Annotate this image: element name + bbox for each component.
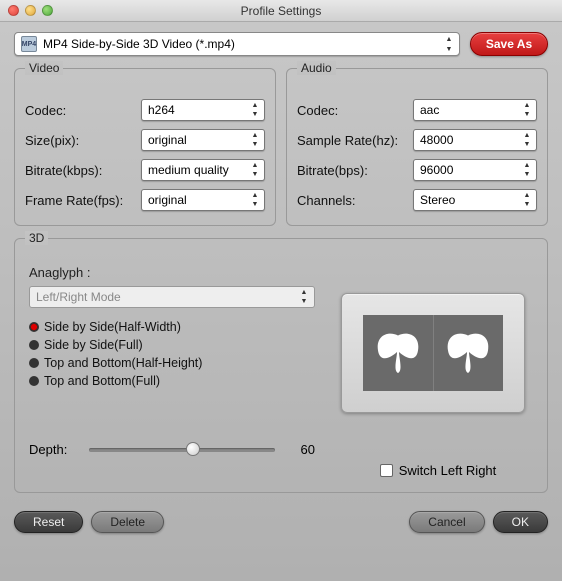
video-codec-label: Codec: — [25, 103, 141, 118]
stepper-icon[interactable] — [519, 101, 535, 119]
stepper-icon[interactable] — [519, 191, 535, 209]
stepper-icon[interactable] — [247, 131, 263, 149]
reset-button[interactable]: Reset — [14, 511, 83, 533]
cancel-button[interactable]: Cancel — [409, 511, 484, 533]
depth-value: 60 — [285, 442, 315, 457]
audio-bitrate-select[interactable]: 96000 — [413, 159, 537, 181]
video-bitrate-label: Bitrate(kbps): — [25, 163, 141, 178]
slider-track — [89, 448, 275, 452]
traffic-lights — [8, 5, 53, 16]
radio-icon — [29, 340, 39, 350]
stepper-icon[interactable] — [519, 161, 535, 179]
butterfly-preview-icon — [363, 315, 503, 391]
minimize-icon[interactable] — [25, 5, 36, 16]
window-title: Profile Settings — [0, 4, 562, 18]
audio-group-title: Audio — [297, 61, 336, 75]
stepper-icon[interactable] — [247, 161, 263, 179]
delete-button[interactable]: Delete — [91, 511, 164, 533]
stepper-icon[interactable] — [247, 191, 263, 209]
butterfly-icon — [443, 328, 493, 378]
switch-lr-label: Switch Left Right — [399, 463, 497, 478]
video-group-title: Video — [25, 61, 63, 75]
stepper-icon[interactable] — [296, 288, 312, 306]
video-framerate-label: Frame Rate(fps): — [25, 193, 141, 208]
audio-samplerate-select[interactable]: 48000 — [413, 129, 537, 151]
3d-group-title: 3D — [25, 231, 48, 245]
mp4-file-icon: MP4 — [21, 36, 37, 52]
profile-select[interactable]: MP4 MP4 Side-by-Side 3D Video (*.mp4) — [14, 32, 460, 56]
radio-icon — [29, 376, 39, 386]
radio-tab-full[interactable]: Top and Bottom(Full) — [29, 372, 315, 390]
video-size-label: Size(pix): — [25, 133, 141, 148]
video-codec-select[interactable]: h264 — [141, 99, 265, 121]
depth-slider[interactable] — [89, 440, 275, 458]
stepper-icon[interactable] — [519, 131, 535, 149]
depth-label: Depth: — [29, 442, 79, 457]
radio-sbs-full[interactable]: Side by Side(Full) — [29, 336, 315, 354]
anaglyph-label: Anaglyph : — [29, 265, 315, 280]
audio-codec-select[interactable]: aac — [413, 99, 537, 121]
save-as-button[interactable]: Save As — [470, 32, 548, 56]
close-icon[interactable] — [8, 5, 19, 16]
titlebar: Profile Settings — [0, 0, 562, 22]
audio-channels-select[interactable]: Stereo — [413, 189, 537, 211]
3d-group: 3D Anaglyph : Left/Right Mode Side by Si… — [14, 238, 548, 493]
video-size-select[interactable]: original — [141, 129, 265, 151]
ok-button[interactable]: OK — [493, 511, 548, 533]
radio-icon — [29, 358, 39, 368]
3d-mode-radios: Side by Side(Half-Width) Side by Side(Fu… — [29, 318, 315, 390]
audio-codec-label: Codec: — [297, 103, 413, 118]
zoom-icon[interactable] — [42, 5, 53, 16]
video-group: Video Codec: h264 Size(pix): original Bi… — [14, 68, 276, 226]
3d-preview — [341, 293, 525, 413]
slider-thumb[interactable] — [186, 442, 200, 456]
butterfly-icon — [373, 328, 423, 378]
video-framerate-select[interactable]: original — [141, 189, 265, 211]
stepper-icon[interactable] — [247, 101, 263, 119]
switch-lr-checkbox[interactable] — [380, 464, 393, 477]
stepper-icon[interactable] — [441, 34, 457, 54]
anaglyph-mode-select[interactable]: Left/Right Mode — [29, 286, 315, 308]
video-bitrate-select[interactable]: medium quality — [141, 159, 265, 181]
audio-bitrate-label: Bitrate(bps): — [297, 163, 413, 178]
audio-channels-label: Channels: — [297, 193, 413, 208]
radio-icon — [29, 322, 39, 332]
audio-samplerate-label: Sample Rate(hz): — [297, 133, 413, 148]
radio-sbs-half[interactable]: Side by Side(Half-Width) — [29, 318, 315, 336]
audio-group: Audio Codec: aac Sample Rate(hz): 48000 … — [286, 68, 548, 226]
radio-tab-half[interactable]: Top and Bottom(Half-Height) — [29, 354, 315, 372]
profile-select-label: MP4 Side-by-Side 3D Video (*.mp4) — [43, 37, 235, 51]
